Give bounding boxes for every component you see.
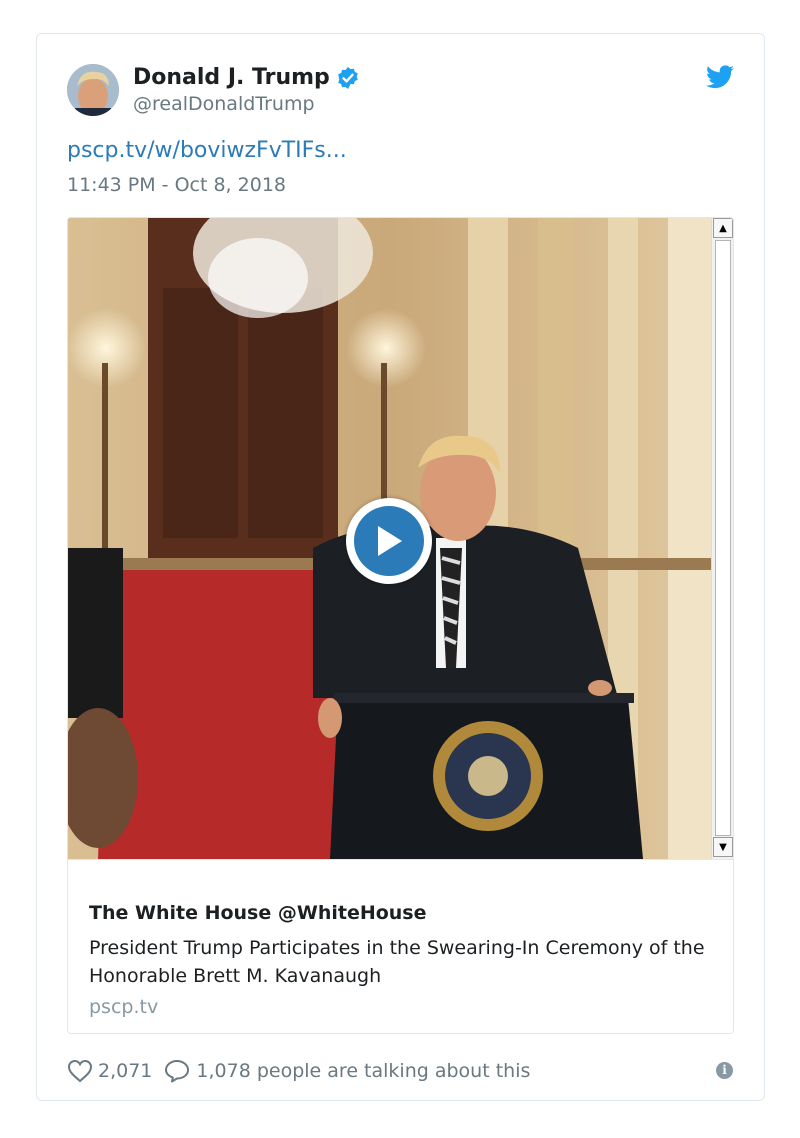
info-icon[interactable]: i [716, 1062, 733, 1079]
card-description: President Trump Participates in the Swea… [89, 937, 705, 987]
media-card-info[interactable]: The White House @WhiteHouse President Tr… [68, 859, 733, 1033]
card-domain: pscp.tv [89, 996, 159, 1018]
heart-icon[interactable] [67, 1059, 93, 1083]
play-icon [378, 526, 402, 556]
video-thumbnail[interactable] [68, 218, 711, 859]
author-name-text[interactable]: Donald J. Trump [133, 65, 330, 90]
card-author: The White House @WhiteHouse [89, 902, 427, 924]
media-card[interactable]: ▲ ▼ The White House @WhiteHouse Presiden… [67, 217, 734, 1034]
tweet-actions: 2,071 1,078 people are talking about thi… [67, 1056, 530, 1086]
tweet-link[interactable]: pscp.tv/w/boviwzFvTIFs... [67, 138, 347, 163]
embedded-tweet-card: Donald J. Trump @realDonaldTrump pscp.tv… [36, 33, 765, 1101]
verified-badge-icon [338, 66, 358, 89]
tweet-timestamp[interactable]: 11:43 PM - Oct 8, 2018 [67, 174, 286, 196]
twitter-bird-icon[interactable] [706, 65, 734, 89]
talking-count[interactable]: 1,078 people are talking about this [196, 1060, 530, 1082]
author-handle[interactable]: @realDonaldTrump [133, 93, 315, 115]
scroll-thumb[interactable] [715, 240, 731, 836]
author-avatar[interactable] [67, 64, 119, 116]
author-name[interactable]: Donald J. Trump [133, 65, 360, 90]
play-button[interactable] [346, 498, 432, 584]
reply-bubble-icon[interactable] [164, 1059, 190, 1083]
scroll-down-button[interactable]: ▼ [713, 837, 733, 857]
scroll-up-button[interactable]: ▲ [713, 218, 733, 238]
like-count[interactable]: 2,071 [98, 1060, 152, 1082]
media-scrollbar[interactable]: ▲ ▼ [711, 218, 733, 859]
